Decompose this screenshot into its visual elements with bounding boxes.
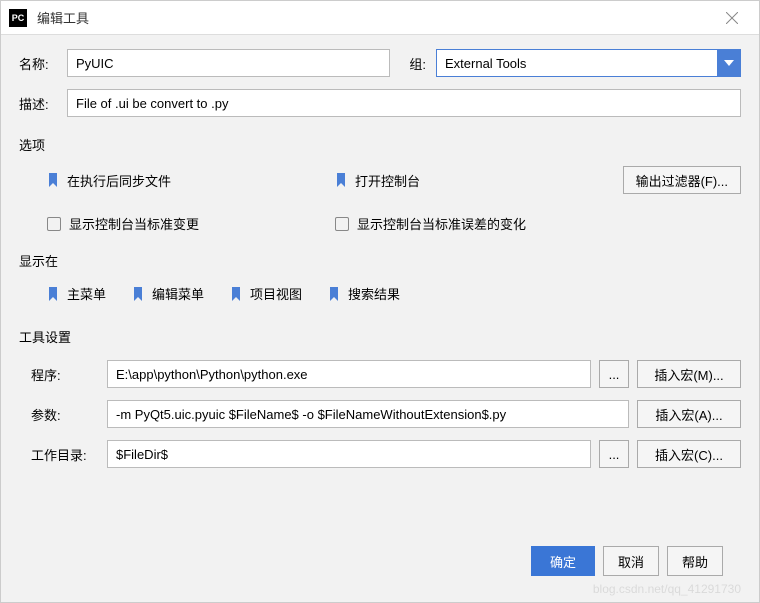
name-row: 名称: 组: [19, 49, 741, 77]
program-input[interactable] [107, 360, 591, 388]
bookmark-icon [47, 287, 59, 301]
sync-option[interactable]: 在执行后同步文件 [47, 171, 335, 190]
workdir-input[interactable] [107, 440, 591, 468]
help-button[interactable]: 帮助 [667, 546, 723, 576]
toolset-block: 程序: ... 插入宏(M)... 参数: 插入宏(A)... 工作目录: ..… [19, 360, 741, 468]
edit-menu-label: 编辑菜单 [152, 284, 204, 303]
sync-label: 在执行后同步文件 [67, 171, 171, 190]
show-std-option[interactable]: 显示控制台当标准变更 [47, 214, 335, 233]
checkbox-icon [47, 217, 61, 231]
group-label: 组: [400, 54, 426, 73]
args-row: 参数: 插入宏(A)... [19, 400, 741, 428]
project-view-label: 项目视图 [250, 284, 302, 303]
close-button[interactable] [709, 2, 755, 34]
titlebar: PC 编辑工具 [1, 1, 759, 35]
name-input[interactable] [67, 49, 390, 77]
open-console-option[interactable]: 打开控制台 [335, 171, 623, 190]
args-input[interactable] [107, 400, 629, 428]
cancel-button[interactable]: 取消 [603, 546, 659, 576]
macro-a-button[interactable]: 插入宏(A)... [637, 400, 741, 428]
workdir-row: 工作目录: ... 插入宏(C)... [19, 440, 741, 468]
workdir-label: 工作目录: [19, 445, 99, 464]
bookmark-icon [230, 287, 242, 301]
bookmark-icon [335, 173, 347, 187]
program-label: 程序: [19, 365, 99, 384]
program-browse-button[interactable]: ... [599, 360, 629, 388]
macro-m-button[interactable]: 插入宏(M)... [637, 360, 741, 388]
group-select-wrap [436, 49, 741, 77]
options-section-label: 选项 [19, 135, 741, 154]
name-label: 名称: [19, 54, 57, 73]
options-block: 在执行后同步文件 打开控制台 输出过滤器(F)... 显示控制台当标准变更 显示… [47, 166, 741, 233]
footer: 确定 取消 帮助 [19, 534, 741, 588]
options-row-1: 在执行后同步文件 打开控制台 输出过滤器(F)... [47, 166, 741, 194]
macro-c-button[interactable]: 插入宏(C)... [637, 440, 741, 468]
ok-button[interactable]: 确定 [531, 546, 595, 576]
showin-search-results[interactable]: 搜索结果 [328, 284, 400, 303]
show-stderr-option[interactable]: 显示控制台当标准误差的变化 [335, 214, 741, 233]
search-results-label: 搜索结果 [348, 284, 400, 303]
bookmark-icon [328, 287, 340, 301]
desc-row: 描述: [19, 89, 741, 117]
showin-section-label: 显示在 [19, 251, 741, 270]
toolset-section-label: 工具设置 [19, 327, 741, 346]
group-select[interactable] [436, 49, 741, 77]
options-row-2: 显示控制台当标准变更 显示控制台当标准误差的变化 [47, 214, 741, 233]
dialog-window: PC 编辑工具 名称: 组: 描述: 选项 [0, 0, 760, 603]
show-stderr-label: 显示控制台当标准误差的变化 [357, 214, 526, 233]
app-icon: PC [9, 9, 27, 27]
showin-project-view[interactable]: 项目视图 [230, 284, 302, 303]
showin-block: 主菜单 编辑菜单 项目视图 搜索结果 [47, 284, 741, 303]
desc-label: 描述: [19, 94, 57, 113]
showin-main-menu[interactable]: 主菜单 [47, 284, 106, 303]
open-console-label: 打开控制台 [355, 171, 420, 190]
close-icon [726, 12, 738, 24]
content: 名称: 组: 描述: 选项 在执行后同步文件 [1, 35, 759, 602]
bookmark-icon [132, 287, 144, 301]
show-std-label: 显示控制台当标准变更 [69, 214, 199, 233]
main-menu-label: 主菜单 [67, 284, 106, 303]
program-row: 程序: ... 插入宏(M)... [19, 360, 741, 388]
window-title: 编辑工具 [37, 8, 709, 27]
checkbox-icon [335, 217, 349, 231]
bookmark-icon [47, 173, 59, 187]
showin-edit-menu[interactable]: 编辑菜单 [132, 284, 204, 303]
workdir-browse-button[interactable]: ... [599, 440, 629, 468]
args-label: 参数: [19, 405, 99, 424]
output-filters-button[interactable]: 输出过滤器(F)... [623, 166, 741, 194]
desc-input[interactable] [67, 89, 741, 117]
